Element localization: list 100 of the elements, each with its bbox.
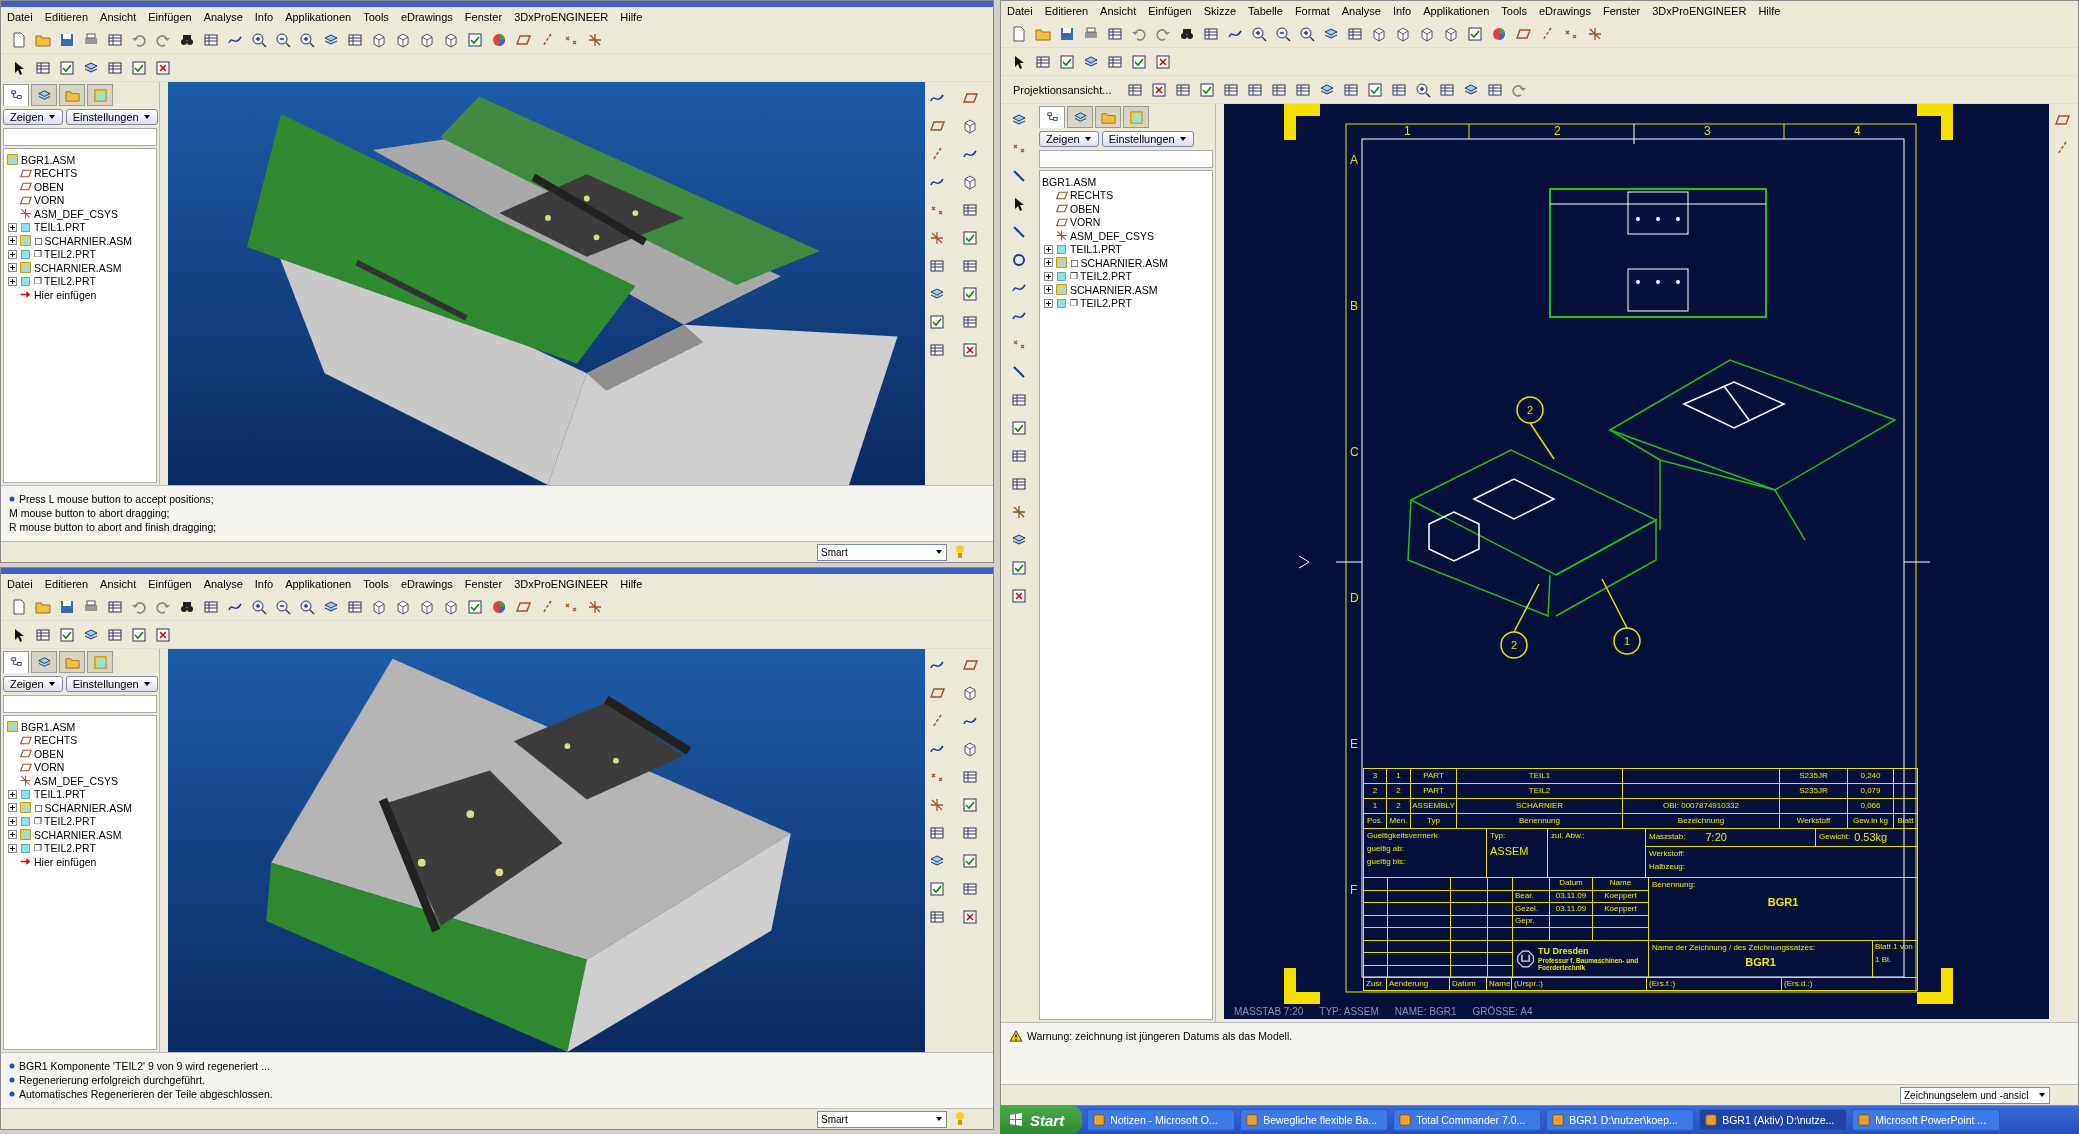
taskbar-button[interactable]: BGR1 (Aktiv) D:\nutze... — [1699, 1109, 1848, 1131]
menu-item[interactable]: Hilfe — [1758, 4, 1781, 17]
dropdown-button[interactable]: Einstellungen — [1101, 131, 1194, 147]
taskbar-button[interactable]: Microsoft PowerPoint ... — [1852, 1109, 2001, 1131]
tree-item[interactable]: SCHARNIER.ASM — [34, 828, 122, 841]
panel-tab[interactable] — [3, 651, 29, 673]
expand-icon[interactable] — [8, 236, 17, 246]
menu-item[interactable]: Applikationen — [1423, 4, 1490, 17]
tree-item[interactable]: TEIL2.PRT — [1080, 270, 1132, 283]
taskbar-button[interactable]: Notizen - Microsoft O... — [1087, 1109, 1236, 1131]
checkbox-icon[interactable] — [960, 284, 980, 304]
tree-item[interactable]: SCHARNIER.ASM — [34, 261, 122, 274]
search-field[interactable] — [3, 695, 157, 713]
menu-item[interactable]: eDrawings — [1539, 4, 1591, 17]
menu-item[interactable]: Analyse — [1341, 4, 1381, 17]
tree-item[interactable]: TEIL2.PRT — [44, 842, 96, 855]
tree-item[interactable]: OBEN — [34, 747, 64, 760]
expand-icon[interactable] — [1044, 258, 1053, 268]
filter-dropdown[interactable]: Zeichnungselem und -ansicl — [1900, 1086, 2050, 1104]
expand-icon[interactable] — [1044, 298, 1053, 308]
tree-item[interactable]: BGR1.ASM — [21, 153, 76, 166]
tree-item[interactable]: SCHARNIER.ASM — [44, 234, 133, 247]
menu-item[interactable]: Hilfe — [620, 577, 643, 590]
tree-item[interactable]: SCHARNIER.ASM — [1070, 283, 1158, 296]
checkbox-icon[interactable] — [927, 312, 947, 332]
tree-item[interactable]: BGR1.ASM — [1042, 175, 1097, 188]
drawing-sheet[interactable] — [1224, 104, 2049, 1019]
expand-icon[interactable] — [8, 263, 17, 273]
tree-item[interactable]: ASM_DEF_CSYS — [1070, 229, 1155, 242]
menu-item[interactable]: Applikationen — [285, 10, 352, 23]
menu-item[interactable]: Ansicht — [100, 10, 137, 23]
menu-item[interactable]: Tools — [363, 10, 389, 23]
tree-item[interactable]: ASM_DEF_CSYS — [34, 774, 119, 787]
tree-item[interactable]: VORN — [34, 761, 65, 774]
checkbox-icon[interactable] — [960, 228, 980, 248]
panel-tab[interactable] — [31, 651, 57, 673]
menu-item[interactable]: Analyse — [203, 10, 243, 23]
expand-icon[interactable] — [1044, 271, 1053, 281]
tree-item[interactable]: TEIL2.PRT — [1080, 297, 1132, 310]
taskbar-button[interactable]: Bewegliche flexible Ba... — [1240, 1109, 1389, 1131]
menu-item[interactable]: Tools — [1501, 4, 1527, 17]
close-icon[interactable] — [960, 907, 980, 927]
filter-dropdown[interactable]: Smart — [817, 1110, 947, 1128]
tree-item[interactable]: TEIL2.PRT — [44, 815, 96, 828]
expand-icon[interactable] — [8, 276, 17, 286]
menu-item[interactable]: Einfügen — [148, 577, 192, 590]
menu-item[interactable]: Fenster — [464, 577, 503, 590]
menu-item[interactable]: eDrawings — [400, 10, 453, 23]
tree-item[interactable]: Hier einfügen — [34, 288, 97, 301]
menu-item[interactable]: Editieren — [44, 577, 89, 590]
menu-item[interactable]: Datei — [7, 10, 33, 23]
dropdown-button[interactable]: Zeigen — [3, 109, 63, 125]
menu-item[interactable]: 3DxProENGINEER — [514, 10, 609, 23]
tree-item[interactable]: OBEN — [34, 180, 64, 193]
expand-icon[interactable] — [8, 816, 17, 826]
menu-item[interactable]: 3DxProENGINEER — [1652, 4, 1747, 17]
expand-icon[interactable] — [8, 843, 17, 853]
taskbar-button[interactable]: Total Commander 7.0... — [1393, 1109, 1542, 1131]
menu-item[interactable]: Einfügen — [1148, 4, 1192, 17]
close-icon[interactable] — [1009, 586, 1029, 606]
panel-tab[interactable] — [31, 84, 57, 106]
dropdown-button[interactable]: Einstellungen — [65, 676, 158, 692]
tree-item[interactable]: RECHTS — [34, 167, 78, 180]
expand-icon[interactable] — [8, 803, 17, 813]
menu-item[interactable]: Ansicht — [1100, 4, 1137, 17]
checkbox-icon[interactable] — [1009, 418, 1029, 438]
menu-item[interactable]: Ansicht — [100, 577, 137, 590]
menu-item[interactable]: Format — [1294, 4, 1330, 17]
menu-item[interactable]: Editieren — [44, 10, 89, 23]
dropdown-button[interactable]: Zeigen — [3, 676, 63, 692]
panel-tab[interactable] — [1039, 106, 1065, 128]
checkbox-icon[interactable] — [960, 795, 980, 815]
menu-item[interactable]: Info — [254, 10, 274, 23]
expand-icon[interactable] — [8, 249, 17, 259]
tree-item[interactable]: BGR1.ASM — [21, 720, 76, 733]
tree-item[interactable]: SCHARNIER.ASM — [1080, 256, 1169, 269]
menu-item[interactable]: Tabelle — [1248, 4, 1283, 17]
tree-item[interactable]: ASM_DEF_CSYS — [34, 207, 119, 220]
tree-item[interactable]: TEIL1.PRT — [1070, 243, 1122, 256]
menu-item[interactable]: Tools — [363, 577, 389, 590]
menu-item[interactable]: 3DxProENGINEER — [514, 577, 609, 590]
menu-item[interactable]: Fenster — [464, 10, 503, 23]
panel-tab[interactable] — [3, 84, 29, 106]
filter-dropdown[interactable]: Smart — [817, 543, 947, 561]
dropdown-button[interactable]: Zeigen — [1039, 131, 1099, 147]
tree-item[interactable]: TEIL2.PRT — [44, 275, 96, 288]
menu-item[interactable]: Info — [1392, 4, 1412, 17]
tree-item[interactable]: TEIL1.PRT — [34, 788, 86, 801]
projection-view-button[interactable]: Projektionsansicht... — [1009, 83, 1116, 96]
tree-item[interactable]: SCHARNIER.ASM — [44, 801, 133, 814]
search-field[interactable] — [1039, 150, 1213, 168]
panel-tab[interactable] — [1067, 106, 1093, 128]
menu-item[interactable]: Analyse — [203, 577, 243, 590]
menu-item[interactable]: Einfügen — [148, 10, 192, 23]
tree-item[interactable]: RECHTS — [1070, 189, 1114, 202]
menu-item[interactable]: Applikationen — [285, 577, 352, 590]
checkbox-icon[interactable] — [927, 879, 947, 899]
menu-item[interactable]: Datei — [1007, 4, 1033, 17]
taskbar-button[interactable]: BGR1 D:\nutzer\koep... — [1546, 1109, 1695, 1131]
menu-item[interactable]: Info — [254, 577, 274, 590]
